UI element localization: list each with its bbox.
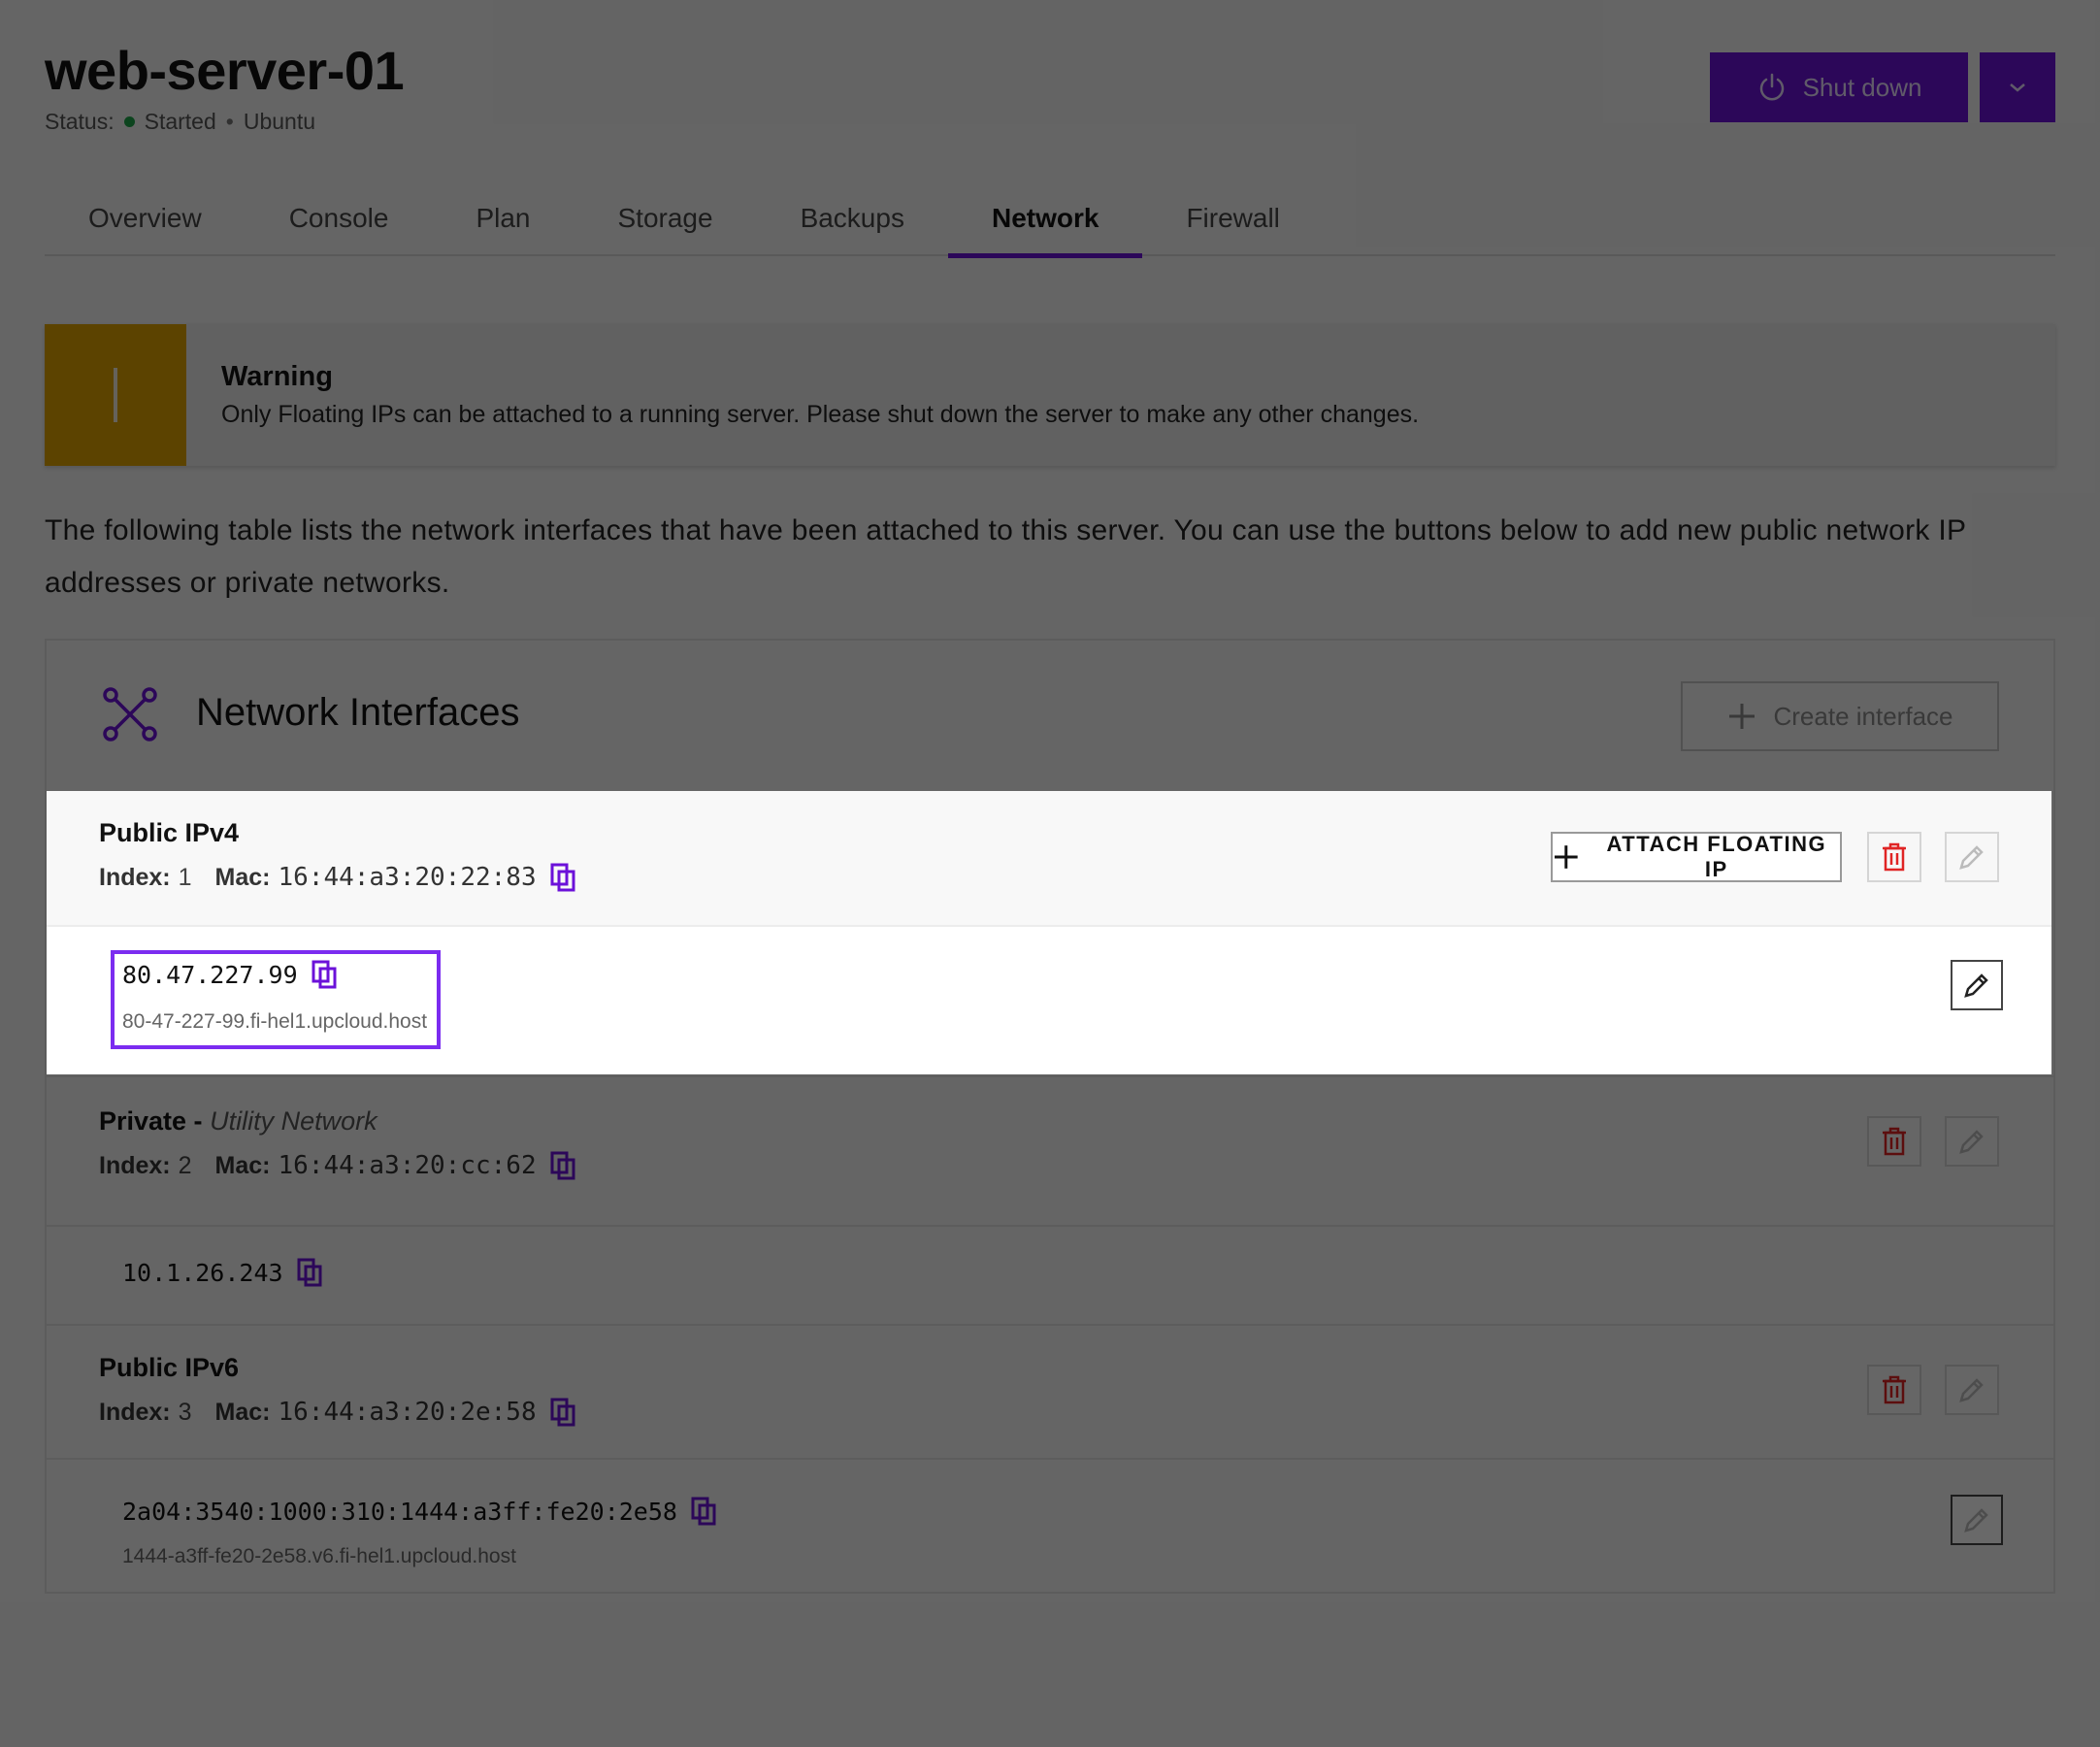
- interface-row-ipv4: Public IPv4 Index: 1 Mac: 16:44:a3:20:22:8…: [47, 791, 2051, 1074]
- server-tabs: Overview Console Plan Storage Backups Ne…: [45, 181, 2055, 258]
- copy-icon[interactable]: [550, 1151, 575, 1180]
- pencil-icon: [1959, 845, 1984, 870]
- copy-icon[interactable]: [550, 1398, 575, 1427]
- warning-banner: Warning Only Floating IPs can be attache…: [45, 324, 2055, 466]
- mac-address: 16:44:a3:20:2e:58: [278, 1398, 537, 1427]
- trash-icon: [1883, 842, 1906, 872]
- tab-plan[interactable]: Plan: [432, 181, 574, 256]
- interface-meta: Index: 1 Mac: 16:44:a3:20:22:83: [99, 863, 575, 892]
- ip-row-ipv6: 2a04:3540:1000:310:1444:a3ff:fe20:2e58 1…: [47, 1458, 2053, 1594]
- status-dot-icon: [123, 116, 135, 127]
- edit-button[interactable]: [1945, 1365, 1999, 1415]
- warning-icon: [45, 324, 186, 466]
- plus-icon: [1728, 704, 1755, 729]
- interface-name: Public IPv6: [99, 1353, 240, 1382]
- pencil-icon: [1959, 1130, 1984, 1154]
- delete-button[interactable]: [1867, 1116, 1921, 1167]
- edit-ip-button[interactable]: [1951, 1495, 2003, 1545]
- attach-floating-ip-button[interactable]: ATTACH FLOATING IP: [1551, 832, 1842, 882]
- copy-icon[interactable]: [550, 863, 575, 892]
- trash-icon: [1883, 1375, 1906, 1404]
- interface-row-private: Private - Utility Network Index: 2 Mac: 16…: [47, 1075, 2053, 1225]
- interface-row-ipv6: Public IPv6 Index: 3 Mac: 16:44:a3:20:2e:5…: [47, 1324, 2053, 1458]
- network-interfaces-card: Network Interfaces Create interface Priv…: [45, 639, 2055, 1594]
- interface-name: Private - Utility Network: [99, 1106, 377, 1136]
- shutdown-label: Shut down: [1802, 72, 1922, 102]
- edit-button[interactable]: [1945, 1116, 1999, 1167]
- tab-backups[interactable]: Backups: [757, 181, 948, 256]
- edit-button[interactable]: [1945, 832, 1999, 882]
- power-icon: [1759, 73, 1784, 101]
- tab-console[interactable]: Console: [246, 181, 433, 256]
- interface-meta: Index: 2 Mac: 16:44:a3:20:cc:62: [99, 1151, 575, 1180]
- tab-overview[interactable]: Overview: [45, 181, 246, 256]
- trash-icon: [1883, 1127, 1906, 1156]
- page-title: web-server-01: [45, 40, 405, 101]
- ip-address: 2a04:3540:1000:310:1444:a3ff:fe20:2e58: [122, 1497, 716, 1526]
- pencil-icon: [1964, 1508, 1988, 1533]
- ip-row-private: 10.1.26.243: [47, 1225, 2053, 1324]
- interface-name: Public IPv4: [99, 818, 240, 847]
- hostname: 1444-a3ff-fe20-2e58.v6.fi-hel1.upcloud.h…: [122, 1545, 516, 1567]
- copy-icon[interactable]: [691, 1497, 716, 1526]
- status-label: Status:: [45, 109, 115, 134]
- mac-address: 16:44:a3:20:22:83: [278, 863, 537, 892]
- network-name: Utility Network: [210, 1106, 377, 1136]
- warning-message: Only Floating IPs can be attached to a r…: [221, 401, 1420, 428]
- server-actions-dropdown[interactable]: [1980, 52, 2055, 122]
- server-status: Status: Started • Ubuntu: [45, 109, 315, 135]
- network-icon: [103, 687, 157, 742]
- copy-icon[interactable]: [297, 1258, 322, 1287]
- create-interface-label: Create interface: [1773, 701, 1953, 731]
- pencil-icon: [1959, 1378, 1984, 1402]
- tab-network[interactable]: Network: [947, 181, 1143, 258]
- ip-address: 10.1.26.243: [122, 1258, 322, 1287]
- mac-address: 16:44:a3:20:cc:62: [278, 1151, 537, 1180]
- interface-meta: Index: 3 Mac: 16:44:a3:20:2e:58: [99, 1398, 575, 1427]
- card-title: Network Interfaces: [196, 691, 520, 734]
- warning-title: Warning: [221, 361, 333, 392]
- attach-floating-ip-label: ATTACH FLOATING IP: [1606, 832, 1827, 881]
- plus-icon: [1554, 845, 1578, 869]
- shutdown-button[interactable]: Shut down: [1710, 52, 1968, 122]
- tab-storage[interactable]: Storage: [574, 181, 756, 256]
- edit-ip-button[interactable]: [1951, 960, 2003, 1010]
- os-label: Ubuntu: [243, 109, 315, 134]
- pencil-icon: [1964, 973, 1988, 998]
- intro-text: The following table lists the network in…: [45, 514, 1966, 599]
- create-interface-button[interactable]: Create interface: [1681, 681, 1999, 751]
- delete-button[interactable]: [1867, 1365, 1921, 1415]
- delete-button[interactable]: [1867, 832, 1921, 882]
- tab-firewall[interactable]: Firewall: [1142, 181, 1323, 256]
- status-separator: •: [225, 109, 234, 134]
- chevron-down-icon: [2010, 83, 2025, 92]
- status-value: Started: [144, 109, 216, 134]
- highlight-box: [111, 950, 441, 1049]
